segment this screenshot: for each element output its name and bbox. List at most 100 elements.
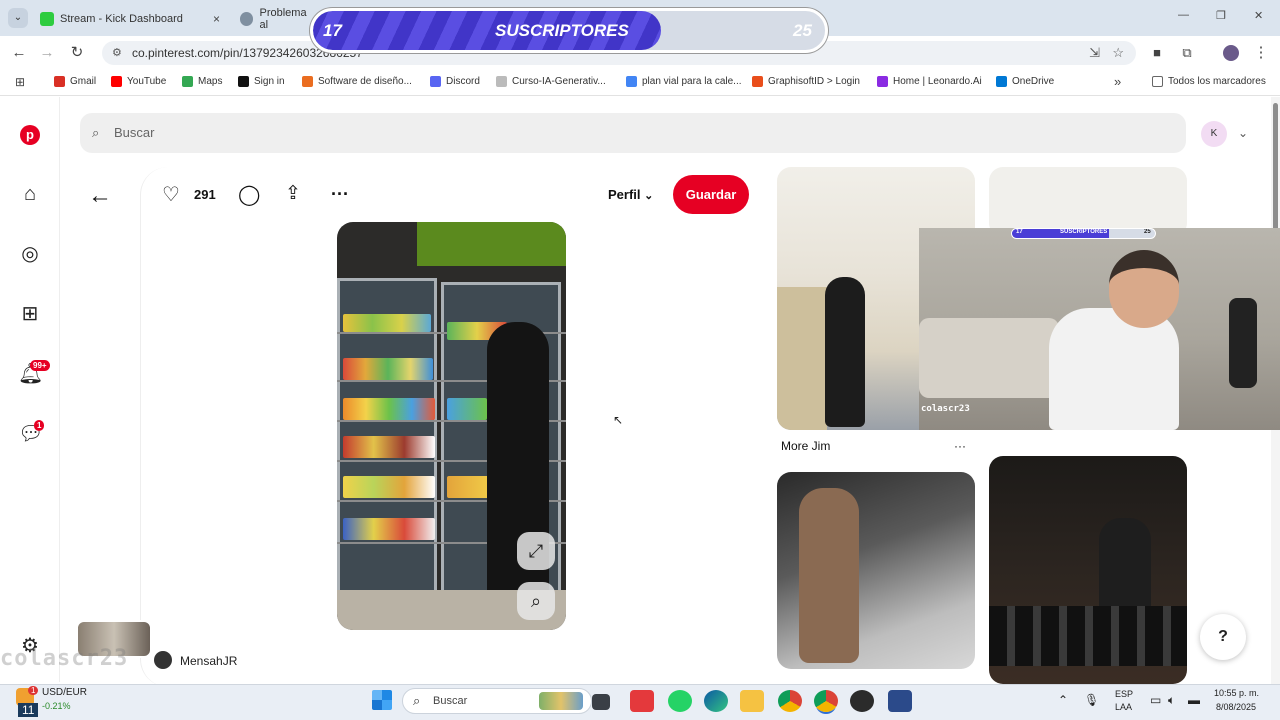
widget-currency-label[interactable]: USD/EUR [42, 687, 87, 698]
bookmark-item[interactable]: Discord [430, 76, 480, 87]
mini-subscriber-bar: 17 SUSCRIPTORES 25 [1011, 228, 1156, 239]
pin-image[interactable]: ⤢ ⌕ [337, 222, 566, 630]
tab-kick-dashboard[interactable]: Stream - Kick Dashboard × [34, 6, 226, 32]
volume-icon[interactable]: 🔈︎ [1168, 693, 1175, 708]
bookmark-item[interactable]: GraphisoftID > Login [752, 76, 860, 87]
minimize-button[interactable]: — [1178, 9, 1189, 21]
save-button[interactable]: Guardar [673, 175, 749, 214]
back-arrow-icon[interactable]: ← [88, 182, 112, 210]
related-pin-caption[interactable]: More Jim [781, 439, 830, 453]
kick-icon [40, 12, 54, 26]
whatsapp-icon[interactable] [668, 690, 692, 712]
profile-board-dropdown[interactable]: Perfil ⌄ [608, 187, 653, 202]
chrome-profile-icon[interactable] [814, 690, 838, 712]
bookmark-label: Gmail [70, 76, 97, 87]
pinterest-logo-icon[interactable]: p [18, 121, 42, 145]
tab-problema[interactable]: Problema al [236, 6, 316, 32]
person-figure [1099, 518, 1151, 618]
folder-icon [1152, 76, 1163, 87]
create-plus-icon[interactable]: ⊞ [18, 302, 42, 326]
bookmark-favicon-icon [626, 76, 637, 87]
all-bookmarks-folder[interactable]: Todos los marcadores [1152, 76, 1266, 87]
explore-compass-icon[interactable]: ◎ [18, 242, 42, 266]
bookmark-star-icon[interactable]: ☆ [1112, 41, 1124, 65]
comment-icon[interactable]: ◯ [238, 182, 260, 207]
task-view-icon[interactable] [592, 694, 610, 710]
bookmark-item[interactable]: Maps [182, 76, 222, 87]
network-icon[interactable]: ▭ [1150, 693, 1161, 707]
avatar[interactable]: K [1201, 121, 1227, 147]
bookmark-favicon-icon [430, 76, 441, 87]
forward-icon[interactable]: → [36, 42, 58, 64]
bookmark-label: Sign in [254, 76, 285, 87]
related-pin-image[interactable] [989, 167, 1187, 237]
profile-icon[interactable] [1220, 42, 1242, 64]
apps-grid-icon[interactable]: ⊞ [15, 75, 25, 89]
microphone-icon[interactable]: 🎙︎ [1084, 693, 1099, 707]
bookmark-item[interactable]: plan vial para la cale... [626, 76, 742, 87]
language-line-2: LAA [1115, 702, 1133, 712]
bookmark-item[interactable]: YouTube [111, 76, 166, 87]
bookmark-item[interactable]: Curso-IA-Generativ... [496, 76, 606, 87]
bookmark-label: Curso-IA-Generativ... [512, 76, 606, 87]
clock-date: 8/08/2025 [1216, 702, 1257, 712]
taskbar-search-placeholder: Buscar [433, 695, 468, 707]
scrollbar-thumb[interactable] [1273, 103, 1278, 235]
related-pin-more-icon[interactable]: ··· [954, 439, 966, 453]
bookmark-item[interactable]: Home | Leonardo.Ai [877, 76, 982, 87]
menu-kebab-icon[interactable]: ⋮ [1250, 42, 1272, 64]
wps-office-icon[interactable] [630, 690, 654, 712]
taskbar-search-input[interactable]: ⌕ Buscar [402, 688, 592, 714]
bookmark-item[interactable]: OneDrive [996, 76, 1054, 87]
site-info-icon[interactable]: ⚙ [112, 41, 122, 65]
bookmark-favicon-icon [54, 76, 65, 87]
bookmarks-overflow-icon[interactable]: » [1114, 74, 1121, 89]
edge-icon[interactable] [704, 690, 728, 712]
extension-icon[interactable]: ■ [1146, 42, 1168, 64]
bookmark-item[interactable]: Gmail [54, 76, 96, 87]
close-window-button[interactable]: ✕ [1254, 9, 1263, 22]
battery-icon[interactable]: ▬ [1188, 693, 1200, 707]
related-pin-image[interactable] [989, 456, 1187, 684]
bookmark-label: Home | Leonardo.Ai [893, 76, 982, 87]
clock-time[interactable]: 10:55 p. m. [1214, 688, 1259, 698]
home-icon[interactable]: ⌂ [18, 182, 42, 206]
windows-start-icon[interactable] [372, 690, 392, 710]
tab-search-button[interactable]: ⌄ [8, 8, 28, 28]
file-explorer-icon[interactable] [740, 690, 764, 712]
install-icon[interactable]: ⇲ [1089, 41, 1100, 65]
share-upload-icon[interactable]: ⇪ [285, 182, 301, 205]
chevron-down-icon: ⌄ [644, 190, 654, 202]
author-name[interactable]: MensahJR [180, 654, 237, 668]
bookmark-favicon-icon [496, 76, 507, 87]
bookmark-favicon-icon [302, 76, 313, 87]
language-line-1[interactable]: ESP [1115, 689, 1133, 699]
bookmark-item[interactable]: Sign in [238, 76, 285, 87]
author-avatar[interactable] [154, 651, 172, 669]
expand-icon[interactable]: ⤢ [517, 532, 555, 570]
reload-icon[interactable]: ↻ [66, 42, 88, 64]
recorder-icon[interactable] [888, 690, 912, 712]
account-chevron-down-icon[interactable]: ⌄ [1238, 126, 1248, 140]
pinterest-search-input[interactable]: ⌕ Buscar [80, 113, 1186, 153]
bookmark-favicon-icon [752, 76, 763, 87]
maximize-button[interactable]: ❐ [1216, 9, 1226, 22]
chrome-icon[interactable] [778, 690, 802, 712]
related-pin-image[interactable] [777, 472, 975, 669]
help-button[interactable]: ? [1200, 614, 1246, 660]
streamer-head [1109, 250, 1179, 328]
globe-icon [240, 12, 254, 26]
back-icon[interactable]: ← [8, 42, 30, 64]
obs-icon[interactable] [850, 690, 874, 712]
tab-label: Stream - Kick Dashboard [60, 13, 183, 25]
tray-overflow-icon[interactable]: ⌃ [1058, 693, 1068, 707]
more-options-icon[interactable]: ··· [331, 184, 349, 205]
subscriber-current: 17 [323, 21, 342, 40]
puzzle-icon[interactable]: ⧉ [1176, 42, 1198, 64]
heart-icon[interactable]: ♡ [162, 182, 180, 207]
subscriber-goal-bar: 17 SUSCRIPTORES 25 [310, 8, 828, 53]
close-icon[interactable]: × [213, 12, 220, 26]
bookmark-item[interactable]: Software de diseño... [302, 76, 412, 87]
bookmark-label: Discord [446, 76, 480, 87]
visual-search-icon[interactable]: ⌕ [517, 582, 555, 620]
